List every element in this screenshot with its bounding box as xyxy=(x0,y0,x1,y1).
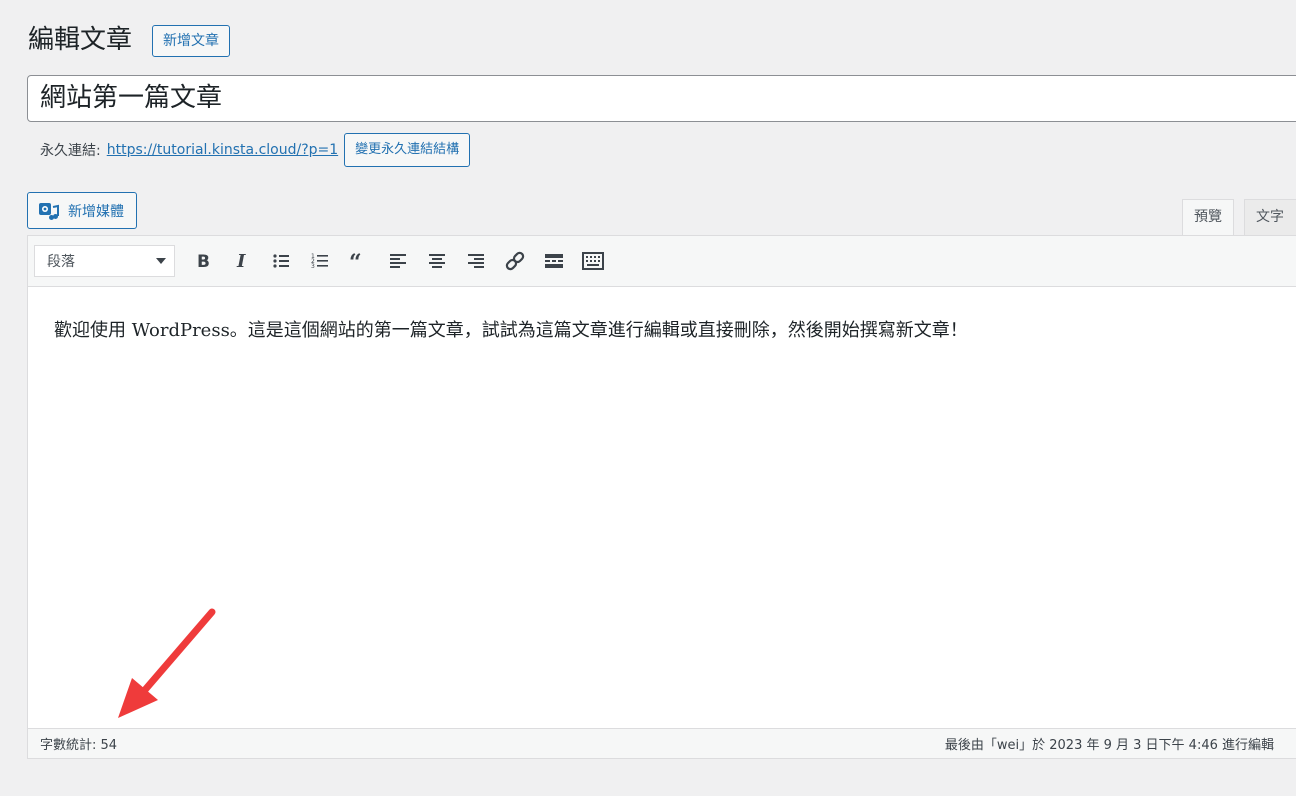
editor-content[interactable]: 歡迎使用 WordPress。這是這個網站的第一篇文章，試試為這篇文章進行編輯或… xyxy=(28,287,1296,729)
numbered-list-icon: 1 2 3 xyxy=(311,253,328,270)
align-right-icon xyxy=(467,254,484,268)
bullet-list-button[interactable] xyxy=(261,244,300,278)
italic-icon: I xyxy=(236,251,246,271)
align-center-icon xyxy=(428,254,445,268)
add-new-post-button[interactable]: 新增文章 xyxy=(152,25,230,57)
align-left-button[interactable] xyxy=(378,244,417,278)
numbered-list-button[interactable]: 1 2 3 xyxy=(300,244,339,278)
change-permalink-button[interactable]: 變更永久連結結構 xyxy=(344,133,471,167)
content-paragraph[interactable]: 歡迎使用 WordPress。這是這個網站的第一篇文章，試試為這篇文章進行編輯或… xyxy=(54,317,1290,345)
editor-toolbar: 段落 B I 1 2 3 “ xyxy=(28,236,1296,287)
svg-text:B: B xyxy=(197,252,210,271)
bold-button[interactable]: B xyxy=(183,244,222,278)
classic-editor: 段落 B I 1 2 3 “ 歡迎使用 WordPress。這是這個網站的第一篇… xyxy=(27,235,1296,759)
toolbar-toggle-button[interactable] xyxy=(573,244,612,278)
tab-text[interactable]: 文字 xyxy=(1244,199,1296,236)
blockquote-button[interactable]: “ xyxy=(339,244,378,278)
read-more-button[interactable] xyxy=(534,244,573,278)
last-edited-info: 最後由「wei」於 2023 年 9 月 3 日下午 4:46 進行編輯 xyxy=(944,738,1274,753)
insert-link-button[interactable] xyxy=(495,244,534,278)
tab-visual[interactable]: 預覽 xyxy=(1182,199,1234,236)
bullet-list-icon xyxy=(272,254,289,268)
page-title: 編輯文章 xyxy=(28,25,133,55)
read-more-icon xyxy=(544,254,563,268)
align-center-button[interactable] xyxy=(417,244,456,278)
add-media-button[interactable]: 新增媒體 xyxy=(27,192,137,229)
align-right-button[interactable] xyxy=(456,244,495,278)
svg-text:3: 3 xyxy=(311,263,315,270)
add-media-icon xyxy=(38,201,60,221)
permalink-label: 永久連結: xyxy=(40,143,101,159)
format-select[interactable]: 段落 xyxy=(34,245,175,277)
toolbar-toggle-icon xyxy=(581,252,604,270)
align-left-icon xyxy=(389,254,406,268)
edit-post-screen: 編輯文章 新增文章 網站第一篇文章 永久連結: https://tutorial… xyxy=(0,0,1296,796)
blockquote-icon: “ xyxy=(349,251,362,271)
bold-icon: B xyxy=(197,252,210,271)
word-count: 字數統計: 54 xyxy=(40,738,118,753)
permalink-link[interactable]: https://tutorial.kinsta.cloud/?p=1 xyxy=(107,142,338,158)
chevron-down-icon xyxy=(156,258,166,264)
svg-text:I: I xyxy=(236,251,246,271)
italic-button[interactable]: I xyxy=(222,244,261,278)
post-title-input[interactable]: 網站第一篇文章 xyxy=(27,75,1296,122)
link-icon xyxy=(505,251,524,271)
editor-statusbar: 字數統計: 54 最後由「wei」於 2023 年 9 月 3 日下午 4:46… xyxy=(28,728,1296,758)
format-select-value: 段落 xyxy=(47,254,75,270)
permalink-row: 永久連結: https://tutorial.kinsta.cloud/?p=1… xyxy=(40,133,471,167)
add-media-label: 新增媒體 xyxy=(68,203,124,220)
svg-text:“: “ xyxy=(349,251,362,271)
